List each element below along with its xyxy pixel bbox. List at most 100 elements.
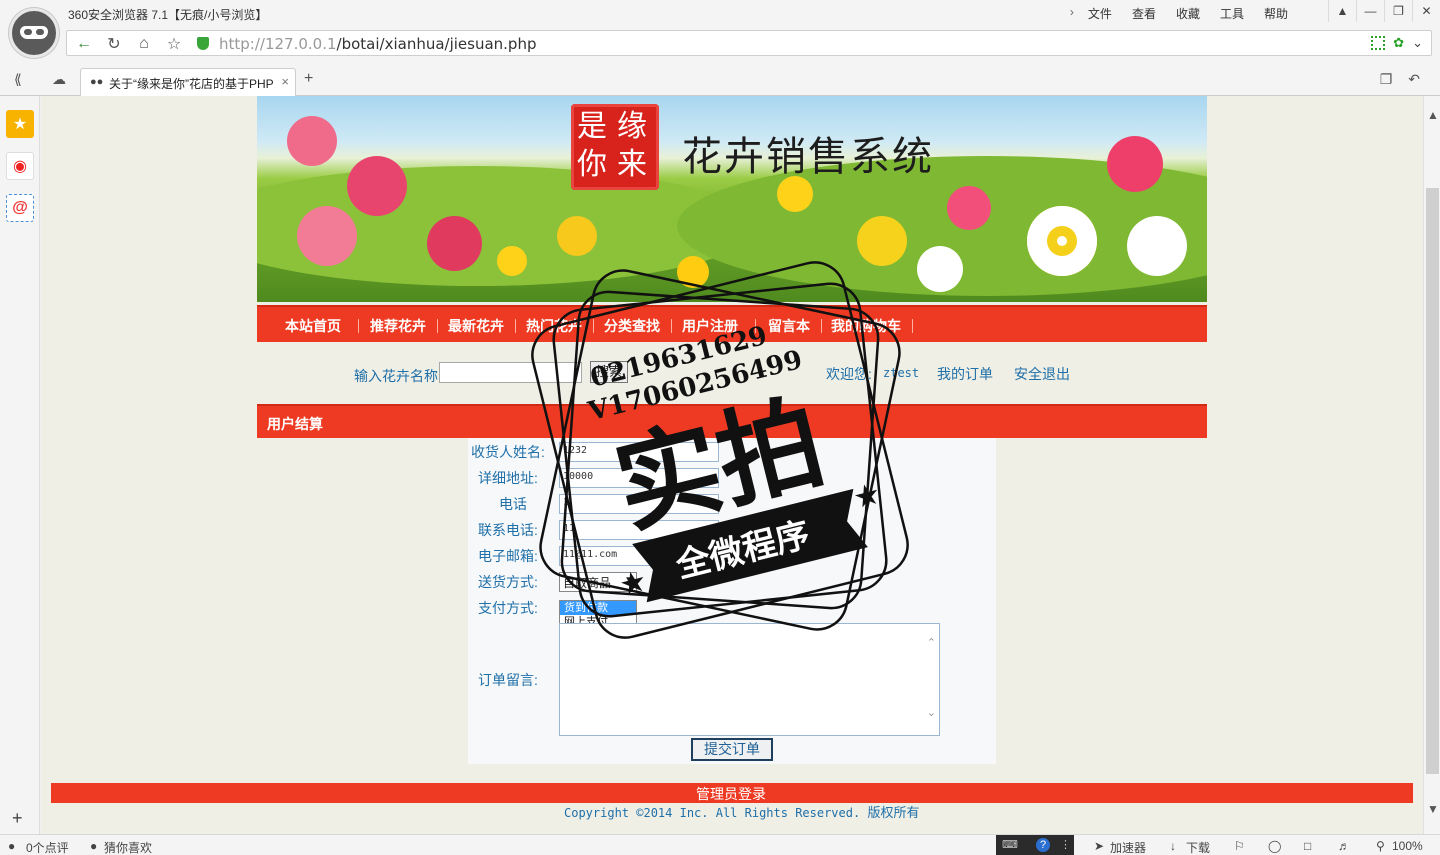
restore-tabs-icon[interactable]: ❐	[1380, 71, 1393, 88]
menu-tools[interactable]: 工具	[1210, 5, 1254, 22]
refresh-icon[interactable]: ↻	[101, 34, 127, 54]
delivery-select[interactable]: 自取商品 ▼	[559, 572, 637, 592]
receiver-label: 收货人姓名:	[471, 444, 545, 460]
ie-mode-icon[interactable]: ◯	[1268, 839, 1281, 853]
search-input[interactable]	[439, 362, 582, 383]
submit-order-button[interactable]: 提交订单	[691, 738, 773, 761]
site-title: 花卉销售系统	[682, 134, 934, 180]
incognito-tab-icon: ●●	[90, 76, 104, 88]
flag-icon[interactable]: ⚐	[1234, 839, 1245, 853]
undo-close-icon[interactable]: ↶	[1408, 71, 1420, 88]
flower-shape	[1107, 136, 1163, 192]
url-path: /botai/xianhua/jiesuan.php	[336, 35, 537, 53]
comments-count[interactable]: 0个点评	[26, 839, 69, 855]
menu-favorites[interactable]: 收藏	[1166, 5, 1210, 22]
nav-register[interactable]: 用户注册	[682, 316, 738, 336]
scroll-thumb[interactable]	[1426, 188, 1439, 774]
logout-link[interactable]: 安全退出	[1014, 364, 1070, 384]
flower-shape	[347, 156, 407, 216]
nav-divider	[755, 319, 756, 333]
rights-text: 版权所有	[867, 805, 920, 820]
email-label: 电子邮箱:	[478, 548, 538, 564]
ime-menu-icon[interactable]: ⋮	[1060, 838, 1071, 851]
chevron-down-icon[interactable]: ⌄	[927, 706, 936, 719]
zoom-level[interactable]: 100%	[1392, 839, 1423, 853]
flower-shape	[677, 256, 709, 288]
window-mode-icon[interactable]: □	[1304, 839, 1311, 853]
contact-phone-input[interactable]: 11	[559, 520, 719, 540]
keyboard-icon[interactable]: ⌨	[1002, 838, 1018, 851]
scroll-up-icon[interactable]: ▲	[1427, 108, 1439, 122]
nav-category[interactable]: 分类查找	[604, 316, 660, 336]
address-tools: ✿ ⌄	[1371, 35, 1423, 51]
message-textarea[interactable]: ⌃ ⌄	[559, 623, 940, 736]
search-button[interactable]: 搜索	[590, 361, 628, 383]
sound-icon[interactable]: ♬	[1338, 839, 1350, 853]
nav-cart[interactable]: 我的购物车	[831, 316, 901, 336]
back-arrow-icon[interactable]: ←	[71, 34, 97, 54]
username: ztest	[883, 366, 920, 380]
site-logo-seal: 是 缘 你 来	[571, 104, 659, 190]
payment-option-cod[interactable]: 货到付款	[560, 601, 636, 615]
scroll-down-icon[interactable]: ▼	[1427, 802, 1439, 816]
bookmark-star-icon[interactable]: ☆	[161, 34, 187, 54]
chevron-right-icon[interactable]: ›	[1060, 5, 1078, 22]
my-orders-link[interactable]: 我的订单	[937, 364, 993, 384]
zoom-icon: ⚲	[1376, 839, 1385, 853]
new-tab-button[interactable]: +	[304, 70, 313, 88]
seal-char: 你	[577, 147, 607, 182]
chevron-up-icon[interactable]: ⌃	[927, 636, 936, 649]
tab-tools: ❐ ↶	[1380, 71, 1420, 88]
cloud-icon[interactable]: ☁	[52, 71, 66, 88]
help-icon[interactable]: ?	[1036, 838, 1050, 852]
main-nav: 本站首页 推荐花卉 最新花卉 热门花卉 分类查找 用户注册 留言本 我的购物车	[257, 305, 1207, 342]
close-window-button[interactable]: ✕	[1412, 0, 1440, 22]
status-bar: ● 0个点评 ● 猜你喜欢 ⌨ ? ⋮ ➤ 加速器 ↓ 下载 ⚐ ◯ □ ♬ ⚲…	[0, 834, 1440, 855]
menu-help[interactable]: 帮助	[1254, 5, 1298, 22]
flower-shape	[557, 216, 597, 256]
nav-newest[interactable]: 最新花卉	[448, 316, 504, 336]
sidebar-toggle-icon[interactable]: ⟪	[14, 71, 22, 88]
add-sidebar-icon[interactable]: +	[12, 808, 23, 829]
mail-at-icon[interactable]: @	[6, 194, 34, 222]
browser-logo-button[interactable]	[9, 8, 59, 58]
payment-label: 支付方式:	[478, 600, 538, 616]
url-text[interactable]: http://127.0.0.1/botai/xianhua/jiesuan.p…	[219, 35, 536, 53]
chevron-down-icon[interactable]: ⌄	[1412, 35, 1423, 51]
nav-recommended[interactable]: 推荐花卉	[370, 316, 426, 336]
menu-view[interactable]: 查看	[1122, 5, 1166, 22]
menu-file[interactable]: 文件	[1078, 5, 1122, 22]
address-input[interactable]: 10000	[559, 468, 719, 488]
flower-shape	[947, 186, 991, 230]
qr-code-icon[interactable]	[1371, 36, 1386, 50]
tab-title: 关于“缘来是你”花店的基于PHP	[109, 77, 274, 91]
tab-active[interactable]: ●● 关于“缘来是你”花店的基于PHP ×	[80, 68, 296, 96]
flower-shape	[497, 246, 527, 276]
address-row: ← ↻ ⌂ ☆ http://127.0.0.1/botai/xianhua/j…	[0, 26, 1440, 62]
ime-toolbar[interactable]: ⌨ ? ⋮	[996, 835, 1074, 855]
url-host: http://127.0.0.1	[219, 35, 337, 53]
close-icon[interactable]: ×	[281, 74, 289, 89]
guess-you-like[interactable]: 猜你喜欢	[104, 839, 152, 855]
nav-divider	[912, 319, 913, 333]
skin-icon[interactable]: ▲	[1328, 0, 1356, 22]
home-icon[interactable]: ⌂	[131, 34, 157, 54]
nav-home[interactable]: 本站首页	[285, 316, 341, 336]
admin-login-link[interactable]: 管理员登录	[696, 784, 766, 804]
email-input[interactable]: 11@11.com	[559, 546, 719, 566]
favorites-star-icon[interactable]: ★	[6, 110, 34, 138]
nav-popular[interactable]: 热门花卉	[526, 316, 582, 336]
accelerator-button[interactable]: 加速器	[1110, 839, 1146, 855]
maximize-button[interactable]: ❐	[1384, 0, 1412, 22]
nav-guestbook[interactable]: 留言本	[768, 316, 810, 336]
phone-input[interactable]: 1	[559, 494, 719, 514]
tab-strip: ⟪ ☁ ●● 关于“缘来是你”花店的基于PHP × + ❐ ↶	[0, 62, 1440, 96]
leaf-icon[interactable]: ✿	[1393, 35, 1404, 51]
address-bar[interactable]: ← ↻ ⌂ ☆ http://127.0.0.1/botai/xianhua/j…	[66, 30, 1432, 56]
checkout-section-header: 用户结算	[257, 404, 1207, 438]
weibo-icon[interactable]: ◉	[6, 152, 34, 180]
minimize-button[interactable]: —	[1356, 0, 1384, 22]
download-button[interactable]: 下载	[1186, 839, 1210, 855]
receiver-input[interactable]: 1232	[559, 442, 719, 462]
vertical-scrollbar[interactable]: ▲ ▼	[1423, 96, 1440, 834]
